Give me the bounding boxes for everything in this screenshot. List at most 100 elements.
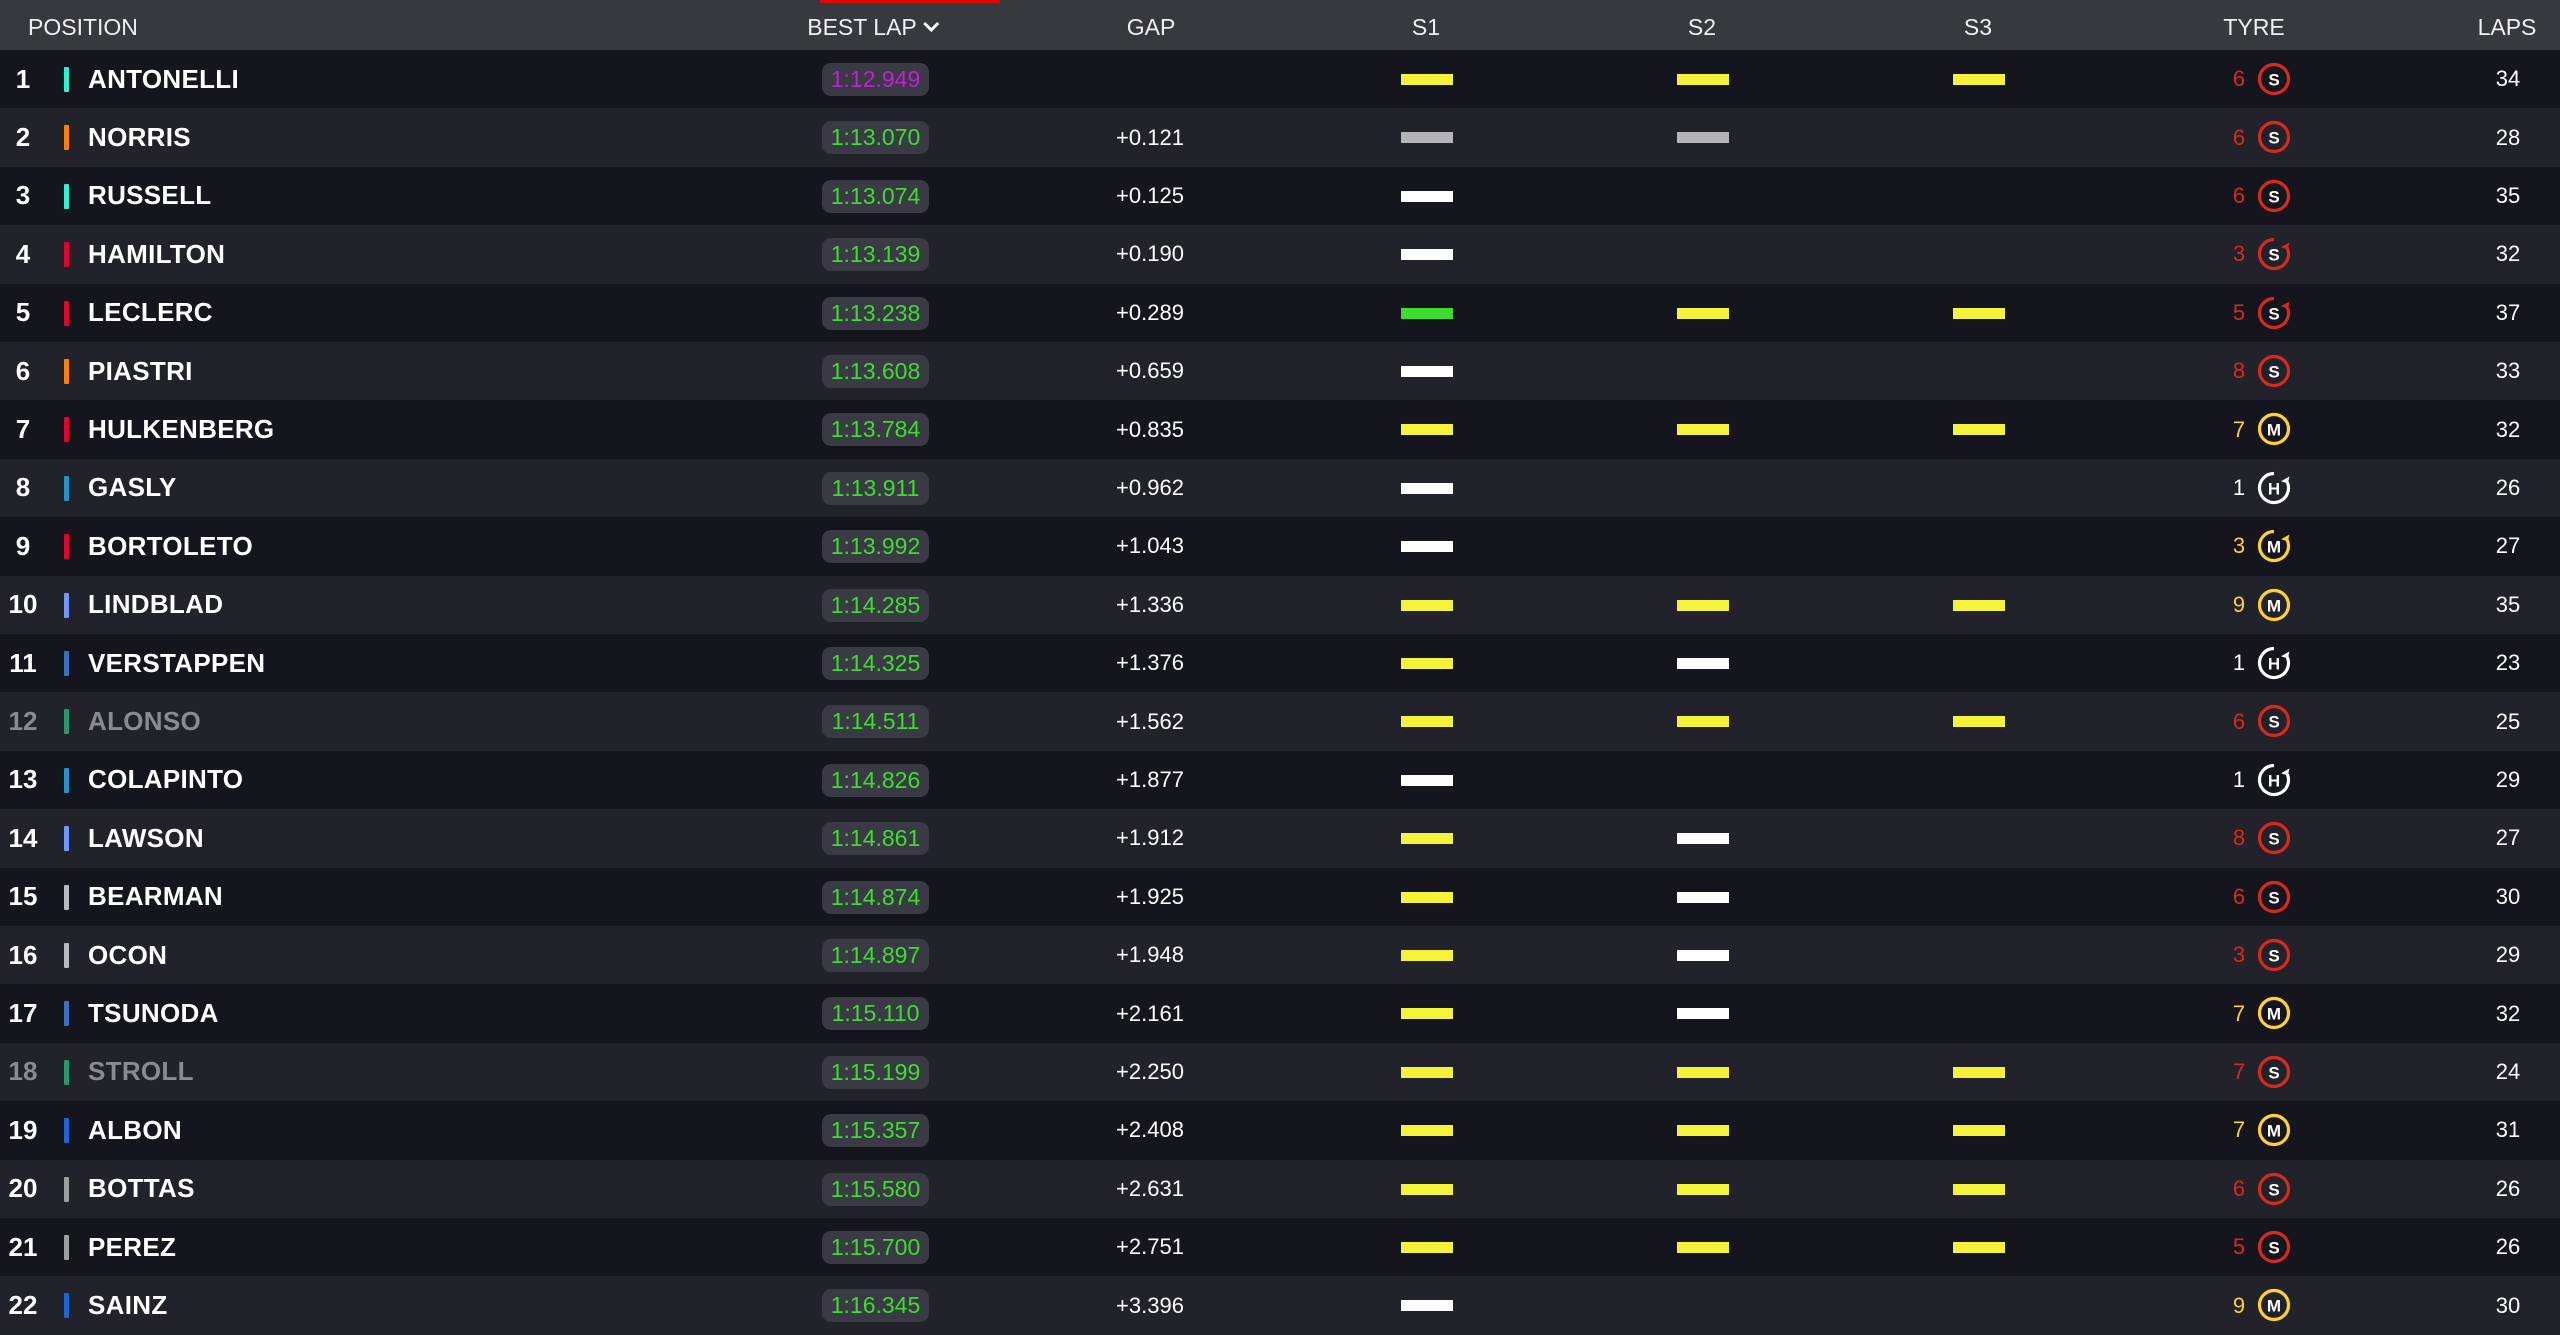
- table-row[interactable]: 22 SAINZ 1:16.345 +3.396 9 M 30: [0, 1276, 2560, 1335]
- sector-1-indicator: [1401, 774, 1453, 786]
- driver-name[interactable]: BOTTAS: [88, 1160, 195, 1218]
- laps-count: 26: [2495, 1175, 2521, 1201]
- table-row[interactable]: 11 VERSTAPPEN 1:14.325 +1.376 1 H 23: [0, 634, 2560, 693]
- laps-count: 27: [2495, 825, 2521, 851]
- column-header-gap[interactable]: GAP: [1127, 0, 1176, 50]
- tyre-compound-letter: H: [2268, 479, 2280, 498]
- driver-name[interactable]: VERSTAPPEN: [88, 634, 265, 692]
- column-header-s3[interactable]: S3: [1964, 0, 1992, 50]
- table-row[interactable]: 12 ALONSO 1:14.511 +1.562 6 S 25: [0, 692, 2560, 751]
- column-header-best-lap[interactable]: BEST LAP: [807, 0, 941, 50]
- sector-1-indicator: [1401, 950, 1453, 961]
- position-number: 8: [15, 472, 31, 503]
- driver-name[interactable]: OCON: [88, 926, 167, 984]
- driver-name[interactable]: HAMILTON: [88, 225, 225, 283]
- driver-name[interactable]: BEARMAN: [88, 868, 223, 926]
- sector-3-indicator: [1953, 307, 2005, 319]
- best-lap-time: 1:14.325: [822, 647, 929, 680]
- position-number: 20: [8, 1173, 38, 1204]
- best-lap-time: 1:13.139: [822, 238, 929, 272]
- tyre-age: 3: [2232, 533, 2246, 559]
- position-number: 10: [8, 589, 38, 620]
- driver-name[interactable]: LECLERC: [88, 284, 213, 342]
- driver-name[interactable]: STROLL: [88, 1043, 194, 1101]
- column-header-s1[interactable]: S1: [1412, 0, 1440, 50]
- sector-2-indicator: [1677, 716, 1729, 728]
- table-row[interactable]: 15 BEARMAN 1:14.874 +1.925 6 S 30: [0, 867, 2560, 926]
- table-row[interactable]: 18 STROLL 1:15.199 +2.250 7 S 24: [0, 1042, 2560, 1102]
- position-number: 18: [8, 1056, 38, 1087]
- team-color-bar: [64, 125, 69, 151]
- driver-name[interactable]: LAWSON: [88, 809, 204, 867]
- tyre-compound-letter: S: [2268, 947, 2279, 966]
- table-row[interactable]: 9 BORTOLETO 1:13.992 +1.043 3 M 27: [0, 517, 2560, 576]
- table-row[interactable]: 7 HULKENBERG 1:13.784 +0.835 7 M 32: [0, 400, 2560, 459]
- laps-count: 32: [2495, 416, 2521, 442]
- table-row[interactable]: 14 LAWSON 1:14.861 +1.912 8 S 27: [0, 809, 2560, 868]
- sector-3-indicator: [1953, 1125, 2005, 1137]
- chevron-down-icon: [922, 21, 939, 33]
- driver-name[interactable]: TSUNODA: [88, 984, 219, 1042]
- driver-name[interactable]: GASLY: [88, 459, 177, 517]
- driver-name[interactable]: NORRIS: [88, 108, 191, 166]
- tyre-hard-icon: H: [2257, 763, 2291, 796]
- tyre-soft-icon: S: [2257, 1230, 2291, 1264]
- table-row[interactable]: 6 PIASTRI 1:13.608 +0.659 8 S 33: [0, 342, 2560, 401]
- table-row[interactable]: 8 GASLY 1:13.911 +0.962 1 H 26: [0, 458, 2560, 518]
- tyre-age: 5: [2232, 1234, 2246, 1260]
- driver-name[interactable]: BORTOLETO: [88, 517, 253, 575]
- tyre-age: 5: [2232, 299, 2246, 325]
- position-number: 16: [8, 939, 38, 970]
- team-color-bar: [64, 1176, 69, 1202]
- table-row[interactable]: 19 ALBON 1:15.357 +2.408 7 M 31: [0, 1101, 2560, 1160]
- position-number: 9: [15, 530, 31, 561]
- driver-name[interactable]: PIASTRI: [88, 342, 193, 400]
- tyre-age: 6: [2232, 66, 2246, 92]
- tyre-soft-icon: S: [2257, 880, 2291, 913]
- table-row[interactable]: 17 TSUNODA 1:15.110 +2.161 7 M 32: [0, 984, 2560, 1043]
- table-row[interactable]: 4 HAMILTON 1:13.139 +0.190 3 S 32: [0, 225, 2560, 284]
- driver-name[interactable]: RUSSELL: [88, 167, 211, 225]
- table-row[interactable]: 3 RUSSELL 1:13.074 +0.125 6 S 35: [0, 166, 2560, 226]
- table-row[interactable]: 10 LINDBLAD 1:14.285 +1.336 9 M 35: [0, 575, 2560, 634]
- sector-2-indicator: [1677, 74, 1729, 85]
- driver-name[interactable]: ALONSO: [88, 692, 201, 750]
- tyre-age: 1: [2232, 650, 2246, 676]
- column-header-s2[interactable]: S2: [1688, 0, 1716, 50]
- driver-name[interactable]: LINDBLAD: [88, 576, 223, 634]
- team-color-bar: [64, 884, 69, 910]
- column-header-laps[interactable]: LAPS: [2478, 0, 2537, 50]
- sector-2-indicator: [1677, 599, 1729, 611]
- table-row[interactable]: 2 NORRIS 1:13.070 +0.121 6 S 28: [0, 108, 2560, 167]
- tyre-soft-icon: S: [2257, 1055, 2291, 1088]
- driver-name[interactable]: SAINZ: [88, 1276, 168, 1334]
- driver-name[interactable]: HULKENBERG: [88, 400, 274, 458]
- tyre-compound-letter: S: [2268, 246, 2279, 265]
- sector-1-indicator: [1401, 833, 1453, 845]
- tyre-compound-letter: M: [2267, 1297, 2281, 1316]
- best-lap-time: 1:16.345: [822, 1289, 929, 1323]
- driver-name[interactable]: ANTONELLI: [88, 50, 239, 108]
- laps-count: 25: [2495, 708, 2521, 734]
- best-lap-time: 1:13.992: [822, 530, 929, 564]
- column-header-position[interactable]: POSITION: [28, 0, 138, 50]
- driver-name[interactable]: COLAPINTO: [88, 751, 243, 809]
- laps-count: 27: [2495, 533, 2521, 559]
- table-row[interactable]: 13 COLAPINTO 1:14.826 +1.877 1 H 29: [0, 750, 2560, 810]
- best-lap-time: 1:14.861: [822, 822, 929, 856]
- gap-value: +3.396: [1116, 1292, 1184, 1318]
- driver-name[interactable]: ALBON: [88, 1101, 182, 1159]
- sector-1-indicator: [1401, 658, 1453, 669]
- table-header: POSITION BEST LAP GAP S1 S2 S3 TYRE LAPS: [0, 0, 2560, 50]
- table-row[interactable]: 16 OCON 1:14.897 +1.948 3 S 29: [0, 926, 2560, 985]
- table-row[interactable]: 21 PEREZ 1:15.700 +2.751 5 S 26: [0, 1218, 2560, 1277]
- column-header-tyre[interactable]: TYRE: [2223, 0, 2284, 50]
- position-number: 5: [15, 297, 31, 328]
- table-row[interactable]: 1 ANTONELLI 1:12.949 6 S 34: [0, 50, 2560, 109]
- table-row[interactable]: 5 LECLERC 1:13.238 +0.289 5 S 37: [0, 283, 2560, 342]
- gap-value: +0.125: [1116, 182, 1184, 208]
- table-row[interactable]: 20 BOTTAS 1:15.580 +2.631 6 S 26: [0, 1159, 2560, 1218]
- team-color-bar: [64, 592, 69, 618]
- driver-name[interactable]: PEREZ: [88, 1218, 176, 1276]
- sector-1-indicator: [1401, 482, 1453, 494]
